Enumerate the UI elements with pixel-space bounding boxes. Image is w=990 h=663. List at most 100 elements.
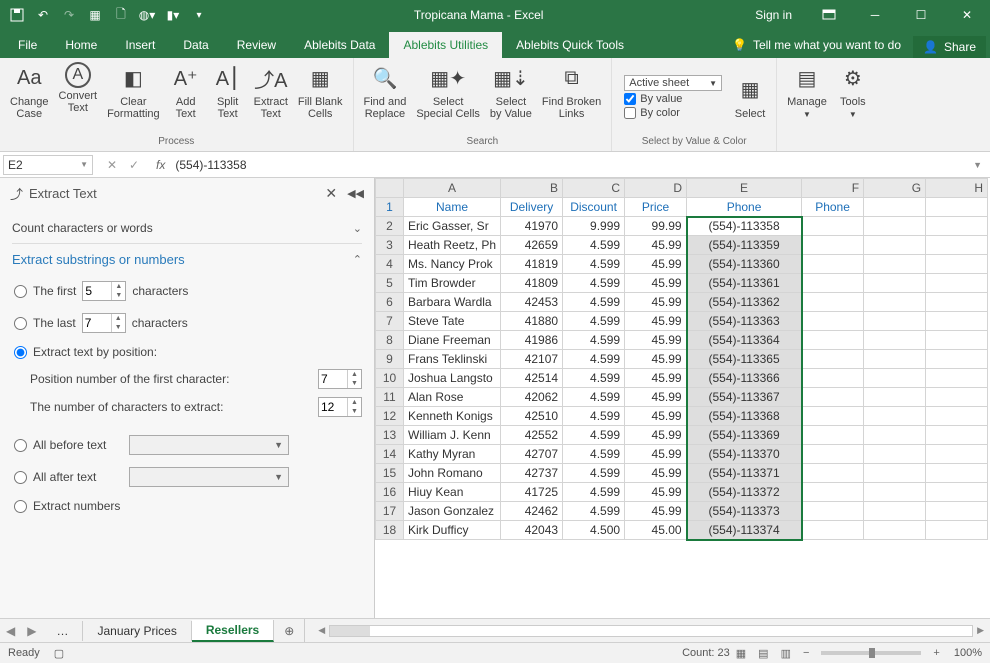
cell[interactable]: Diane Freeman xyxy=(404,331,501,350)
cell[interactable] xyxy=(802,502,864,521)
extract-numbers-radio[interactable] xyxy=(14,500,27,513)
col-header-B[interactable]: B xyxy=(501,179,563,198)
cell[interactable]: 45.99 xyxy=(625,483,687,502)
tab-ablebits-data[interactable]: Ablebits Data xyxy=(290,32,389,58)
down-icon[interactable]: ▼ xyxy=(111,291,125,300)
cell[interactable]: Eric Gasser, Sr xyxy=(404,217,501,236)
up-icon[interactable]: ▲ xyxy=(347,370,361,379)
save-icon[interactable] xyxy=(6,4,28,26)
horizontal-scrollbar[interactable] xyxy=(329,625,973,637)
cell[interactable] xyxy=(864,331,926,350)
qa-icon-1[interactable]: ▦ xyxy=(84,4,106,26)
row-header[interactable]: 1 xyxy=(376,198,404,217)
row-header[interactable]: 15 xyxy=(376,464,404,483)
cell[interactable]: (554)-113363 xyxy=(687,312,802,331)
scroll-left-icon[interactable]: ◀ xyxy=(318,625,325,636)
tab-data[interactable]: Data xyxy=(169,32,222,58)
by-color-checkbox[interactable] xyxy=(624,107,636,119)
select-by-value-button[interactable]: ▦⇣Selectby Value xyxy=(486,60,536,122)
first-spinner[interactable]: ▲▼ xyxy=(82,281,126,301)
maximize-button[interactable]: ☐ xyxy=(898,0,944,30)
row-header[interactable]: 13 xyxy=(376,426,404,445)
chevron-down-icon[interactable]: ▼ xyxy=(271,472,286,482)
cell[interactable]: 42552 xyxy=(501,426,563,445)
cell[interactable] xyxy=(926,483,988,502)
row-header[interactable]: 7 xyxy=(376,312,404,331)
tab-ablebits-utilities[interactable]: Ablebits Utilities xyxy=(389,32,502,58)
select-button[interactable]: ▦Select xyxy=(730,72,770,122)
add-sheet-button[interactable]: ⊕ xyxy=(274,624,304,638)
select-special-button[interactable]: ▦✦SelectSpecial Cells xyxy=(412,60,484,122)
first-radio[interactable] xyxy=(14,285,27,298)
cell[interactable]: 45.00 xyxy=(625,521,687,540)
pane-pin-icon[interactable]: ◀◀ xyxy=(347,187,364,200)
change-case-button[interactable]: AaChangeCase xyxy=(6,60,53,122)
cell[interactable] xyxy=(802,312,864,331)
cell[interactable]: 42659 xyxy=(501,236,563,255)
cell[interactable]: 4.599 xyxy=(563,331,625,350)
tab-review[interactable]: Review xyxy=(223,32,290,58)
cell[interactable] xyxy=(802,255,864,274)
row-header[interactable]: 5 xyxy=(376,274,404,293)
cell[interactable]: (554)-113366 xyxy=(687,369,802,388)
cell[interactable]: 41809 xyxy=(501,274,563,293)
cell[interactable]: 42737 xyxy=(501,464,563,483)
cell[interactable]: 4.599 xyxy=(563,369,625,388)
cell[interactable]: 45.99 xyxy=(625,502,687,521)
cell[interactable]: Kenneth Konigs xyxy=(404,407,501,426)
fx-icon[interactable]: fx xyxy=(150,158,171,172)
row-header[interactable]: 6 xyxy=(376,293,404,312)
cell[interactable] xyxy=(802,217,864,236)
cell[interactable] xyxy=(864,502,926,521)
pos-first-spinner[interactable]: ▲▼ xyxy=(318,369,362,389)
cell[interactable]: 45.99 xyxy=(625,331,687,350)
cell[interactable] xyxy=(864,293,926,312)
header-cell[interactable]: Phone xyxy=(802,198,864,217)
cell[interactable] xyxy=(802,350,864,369)
cell[interactable]: (554)-113374 xyxy=(687,521,802,540)
cell[interactable] xyxy=(926,407,988,426)
cell[interactable]: 4.599 xyxy=(563,426,625,445)
cell[interactable]: (554)-113365 xyxy=(687,350,802,369)
tools-button[interactable]: ⚙Tools▼ xyxy=(833,60,873,122)
num-extract-value[interactable] xyxy=(319,400,347,414)
all-after-radio[interactable] xyxy=(14,471,27,484)
find-replace-button[interactable]: 🔍Find andReplace xyxy=(360,60,411,122)
cell[interactable] xyxy=(864,426,926,445)
last-spinner[interactable]: ▲▼ xyxy=(82,313,126,333)
cell[interactable]: 45.99 xyxy=(625,369,687,388)
cell[interactable]: 41725 xyxy=(501,483,563,502)
cell[interactable]: 4.599 xyxy=(563,407,625,426)
cell[interactable]: 4.599 xyxy=(563,350,625,369)
cell[interactable] xyxy=(926,255,988,274)
cell[interactable]: 42514 xyxy=(501,369,563,388)
tab-ablebits-quick[interactable]: Ablebits Quick Tools xyxy=(502,32,638,58)
cell[interactable]: 4.599 xyxy=(563,483,625,502)
cell[interactable]: 45.99 xyxy=(625,464,687,483)
all-after-input[interactable]: ▼ xyxy=(129,467,289,487)
normal-view-icon[interactable]: ▦ xyxy=(730,647,752,660)
ribbon-options-icon[interactable] xyxy=(806,0,852,30)
sheet-nav-next[interactable]: ▶ xyxy=(21,624,42,638)
page-break-icon[interactable]: ▥ xyxy=(775,647,797,660)
cell[interactable]: 41819 xyxy=(501,255,563,274)
manage-button[interactable]: ▤Manage▼ xyxy=(783,60,831,122)
cell[interactable] xyxy=(864,236,926,255)
tab-file[interactable]: File xyxy=(4,32,51,58)
cell[interactable] xyxy=(864,521,926,540)
convert-text-button[interactable]: AConvertText xyxy=(55,60,102,116)
cell[interactable]: 45.99 xyxy=(625,274,687,293)
cell[interactable]: 4.599 xyxy=(563,502,625,521)
cell[interactable] xyxy=(802,407,864,426)
scroll-right-icon[interactable]: ▶ xyxy=(977,625,984,636)
cell[interactable] xyxy=(802,236,864,255)
cell[interactable]: (554)-113371 xyxy=(687,464,802,483)
cell[interactable]: (554)-113367 xyxy=(687,388,802,407)
first-value[interactable] xyxy=(83,284,111,298)
cell[interactable] xyxy=(926,331,988,350)
cell[interactable] xyxy=(802,369,864,388)
macro-record-icon[interactable]: ▢ xyxy=(54,647,64,660)
cell[interactable]: 42462 xyxy=(501,502,563,521)
sheet-nav-prev[interactable]: ◀ xyxy=(0,624,21,638)
add-text-button[interactable]: A⁺AddText xyxy=(166,60,206,122)
